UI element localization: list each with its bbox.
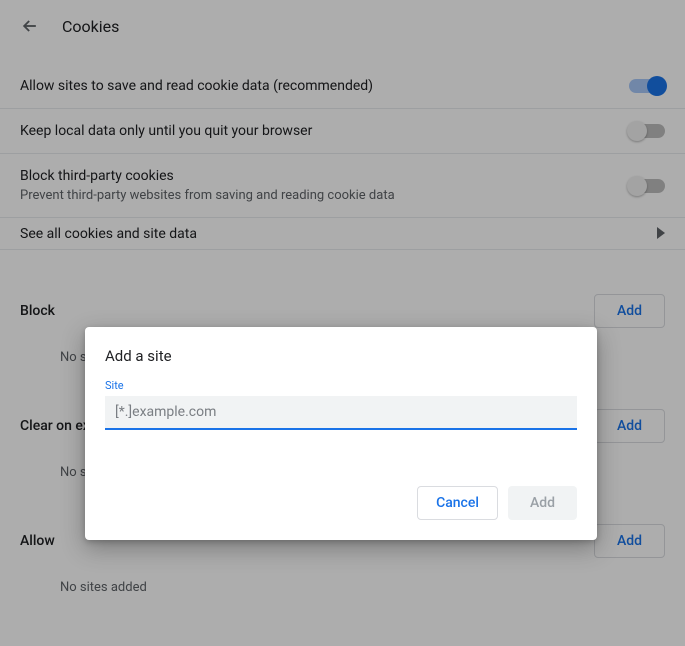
- toggle-keep-local[interactable]: [629, 124, 665, 138]
- row-label: Keep local data only until you quit your…: [20, 123, 312, 139]
- row-block-third-party[interactable]: Block third-party cookies Prevent third-…: [0, 154, 685, 218]
- row-label: Block third-party cookies: [20, 168, 395, 184]
- row-sublabel: Prevent third-party websites from saving…: [20, 188, 395, 203]
- row-allow-cookies[interactable]: Allow sites to save and read cookie data…: [0, 64, 685, 109]
- add-allow-button[interactable]: Add: [594, 524, 665, 558]
- cancel-button[interactable]: Cancel: [417, 486, 498, 520]
- add-button[interactable]: Add: [508, 486, 577, 520]
- row-see-all-cookies[interactable]: See all cookies and site data: [0, 218, 685, 250]
- add-site-dialog: Add a site Site Cancel Add: [85, 327, 597, 540]
- add-block-button[interactable]: Add: [594, 294, 665, 328]
- chevron-right-icon: [657, 224, 665, 243]
- row-keep-local[interactable]: Keep local data only until you quit your…: [0, 109, 685, 154]
- add-clear-exit-button[interactable]: Add: [594, 409, 665, 443]
- site-input[interactable]: [105, 396, 577, 430]
- section-title: Allow: [20, 533, 55, 549]
- row-label: See all cookies and site data: [20, 226, 197, 242]
- empty-allow: No sites added: [0, 568, 685, 607]
- site-field-label: Site: [105, 379, 577, 392]
- header: Cookies: [0, 0, 685, 46]
- row-label: Allow sites to save and read cookie data…: [20, 78, 373, 94]
- section-title: Block: [20, 303, 55, 319]
- back-arrow-icon[interactable]: [20, 16, 40, 36]
- toggle-block-third-party[interactable]: [629, 179, 665, 193]
- toggle-allow-cookies[interactable]: [629, 79, 665, 93]
- page-title: Cookies: [62, 17, 119, 36]
- dialog-title: Add a site: [105, 347, 577, 365]
